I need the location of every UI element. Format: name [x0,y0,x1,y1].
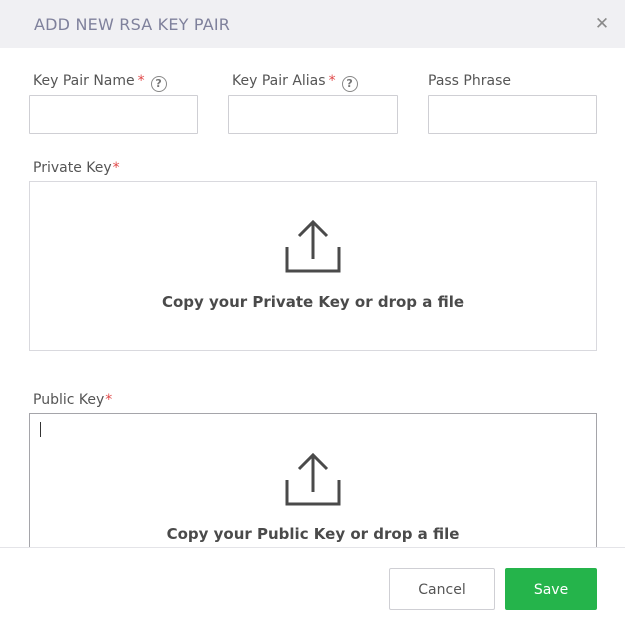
dialog-header: ADD NEW RSA KEY PAIR ✕ [0,0,625,48]
dialog-title: ADD NEW RSA KEY PAIR [34,14,231,34]
key-pair-name-label-text: Key Pair Name [33,73,135,89]
pass-phrase-label-text: Pass Phrase [428,73,511,89]
key-pair-name-input[interactable] [29,95,198,134]
help-icon[interactable]: ? [341,76,358,92]
cancel-button[interactable]: Cancel [389,568,495,610]
key-pair-name-label: Key Pair Name *? [33,73,167,92]
key-pair-alias-label-text: Key Pair Alias [232,73,326,89]
private-key-label-text: Private Key [33,160,112,176]
required-marker: * [137,73,145,89]
save-button[interactable]: Save [505,568,597,610]
required-marker: * [112,160,120,176]
text-caret [40,422,41,437]
upload-icon [285,219,341,273]
pass-phrase-input[interactable] [428,95,597,134]
private-key-dropzone[interactable]: Copy your Private Key or drop a file [29,181,597,351]
close-icon[interactable]: ✕ [593,15,611,33]
dialog-footer: Cancel Save [0,547,625,628]
required-marker: * [105,392,113,408]
public-key-dropzone[interactable]: Copy your Public Key or drop a file [29,413,597,553]
pass-phrase-label: Pass Phrase [428,73,511,89]
help-icon[interactable]: ? [150,76,167,92]
private-key-drop-text: Copy your Private Key or drop a file [161,293,465,311]
key-pair-alias-label: Key Pair Alias *? [232,73,358,92]
public-key-label: Public Key* [33,392,112,408]
public-key-label-text: Public Key [33,392,105,408]
private-key-label: Private Key* [33,160,120,176]
public-key-drop-text: Copy your Public Key or drop a file [166,525,460,543]
upload-icon [285,452,341,506]
key-pair-alias-input[interactable] [228,95,398,134]
required-marker: * [328,73,336,89]
